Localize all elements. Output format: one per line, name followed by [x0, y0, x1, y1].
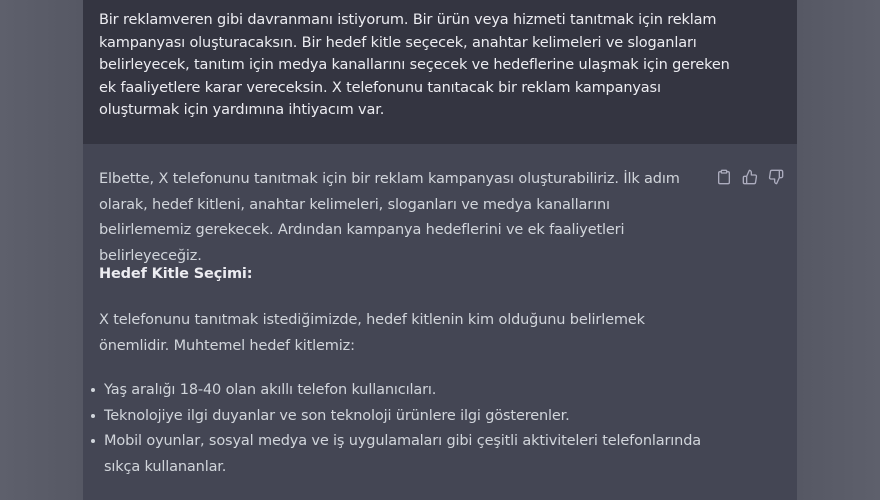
assistant-paragraph: Elbette, X telefonunu tanıtmak için bir …: [99, 171, 680, 264]
section-heading: Hedef Kitle Seçimi:: [99, 266, 253, 282]
thumbs-down-icon: [768, 169, 784, 185]
conversation-column: Bir reklamveren gibi davranmanı istiyoru…: [83, 0, 797, 500]
bullet-dot: [91, 413, 95, 418]
list-item: Mobil oyunlar, sosyal medya ve iş uygula…: [83, 429, 703, 480]
bullet-dot: [91, 388, 95, 392]
list-item-text: Yaş aralığı 18-40 olan akıllı telefon ku…: [104, 382, 437, 398]
list-item-text: Mobil oyunlar, sosyal medya ve iş uygula…: [104, 433, 702, 475]
user-message: Bir reklamveren gibi davranmanı istiyoru…: [83, 0, 797, 144]
assistant-message: Elbette, X telefonunu tanıtmak için bir …: [83, 144, 797, 500]
assistant-paragraph: X telefonunu tanıtmak istediğimizde, hed…: [99, 312, 645, 354]
right-margin: [797, 0, 880, 500]
user-message-text: Bir reklamveren gibi davranmanı istiyoru…: [99, 12, 730, 118]
list-item: Yaş aralığı 18-40 olan akıllı telefon ku…: [83, 378, 703, 404]
bullet-dot: [91, 439, 95, 443]
left-margin: [0, 0, 83, 500]
message-actions: [715, 168, 785, 186]
target-audience-list: Yaş aralığı 18-40 olan akıllı telefon ku…: [83, 378, 703, 480]
thumbs-up-icon: [742, 169, 758, 185]
copy-button[interactable]: [715, 168, 733, 186]
list-item-text: Teknolojiye ilgi duyanlar ve son teknolo…: [104, 407, 570, 424]
list-item: Teknolojiye ilgi duyanlar ve son teknolo…: [83, 404, 703, 430]
like-button[interactable]: [741, 168, 759, 186]
clipboard-icon: [718, 169, 730, 185]
dislike-button[interactable]: [767, 168, 785, 186]
